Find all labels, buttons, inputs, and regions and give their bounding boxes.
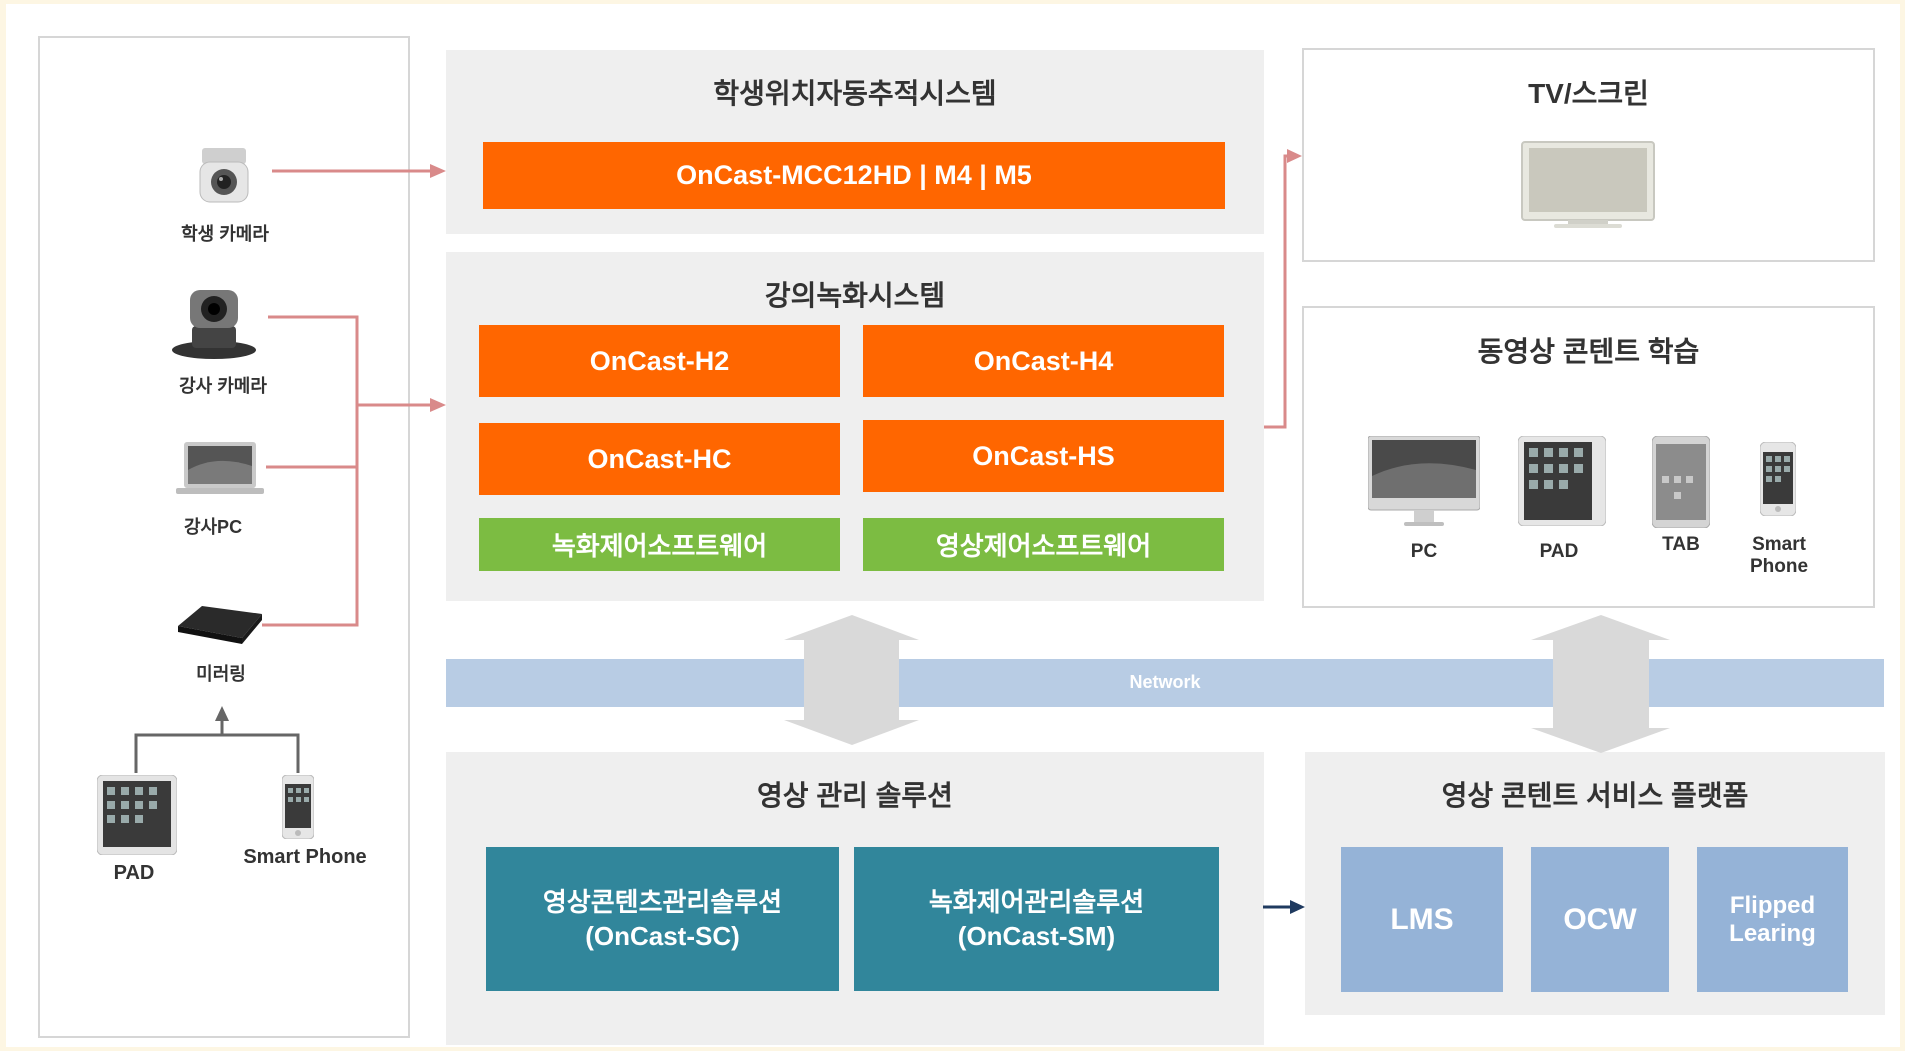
lecturer-sources-connector	[262, 315, 432, 627]
student-camera-arrowhead	[430, 164, 446, 178]
tv-arrowhead	[1287, 149, 1302, 163]
right-double-arrow	[1531, 615, 1670, 753]
management-to-platform-arrowhead	[1290, 900, 1305, 914]
recording-to-tv-connector	[1264, 154, 1290, 429]
mirroring-up-arrowhead	[215, 706, 229, 721]
mobile-tree-connector	[134, 718, 300, 773]
recording-arrowhead	[430, 398, 446, 412]
left-double-arrow	[784, 615, 919, 745]
connector-overlay	[134, 149, 1670, 914]
